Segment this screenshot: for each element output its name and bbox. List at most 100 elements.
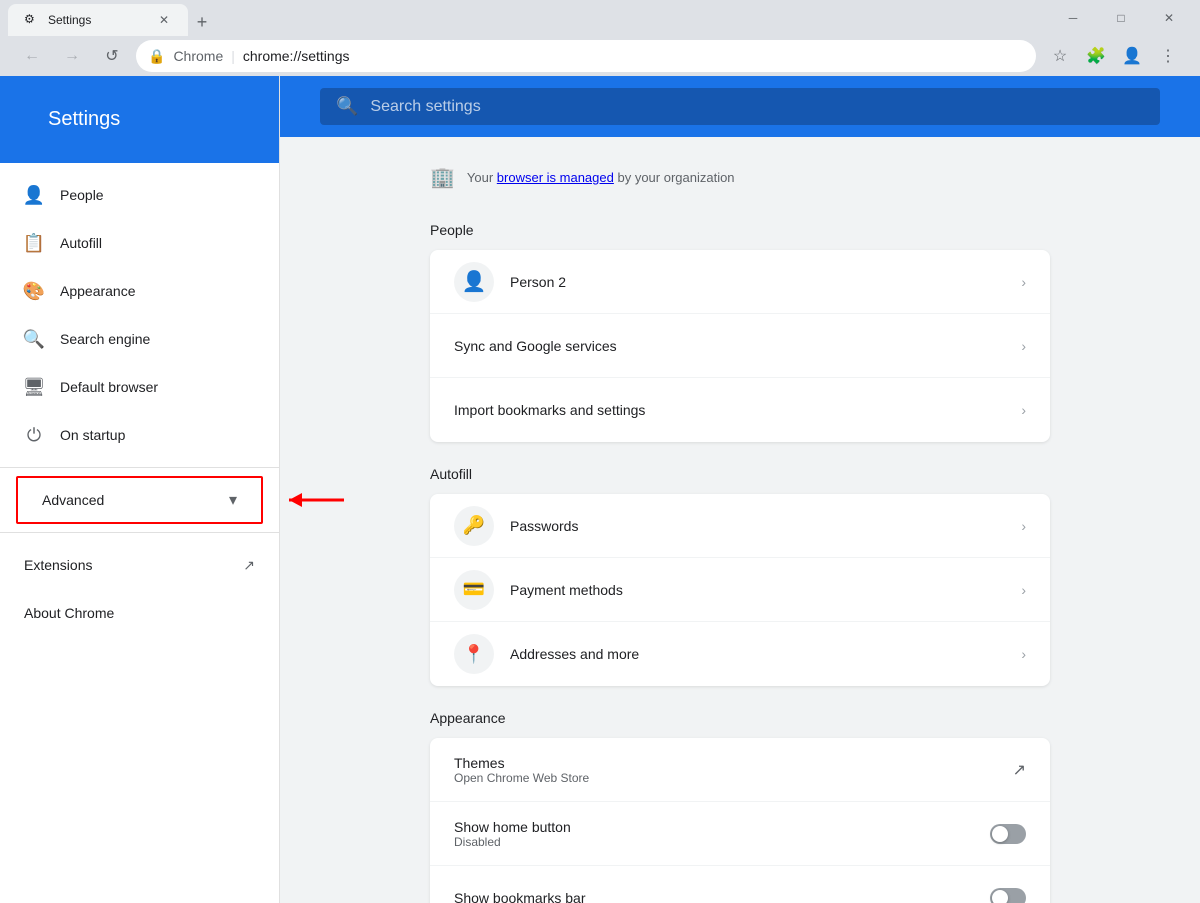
forward-button[interactable]: → bbox=[56, 40, 88, 72]
close-button[interactable]: ✕ bbox=[1146, 2, 1192, 34]
advanced-button[interactable]: Advanced ▾ bbox=[16, 476, 263, 524]
people-card: 👤 Person 2 › Sync and Google services › bbox=[430, 250, 1050, 442]
addresses-row-chevron: › bbox=[1021, 646, 1026, 662]
bookmarks-bar-label: Show bookmarks bar bbox=[454, 890, 974, 903]
sidebar-item-extensions[interactable]: Extensions ↗ bbox=[0, 541, 279, 589]
url-domain: Chrome bbox=[173, 48, 223, 64]
payment-icon-container: 💳 bbox=[454, 570, 494, 610]
extensions-button[interactable]: 🧩 bbox=[1080, 40, 1112, 72]
sidebar-item-label: On startup bbox=[60, 427, 255, 443]
address-bar: ← → ↺ 🔒 Chrome | chrome://settings ☆ 🧩 👤… bbox=[0, 36, 1200, 76]
red-arrow-indicator bbox=[284, 485, 354, 515]
home-button-toggle[interactable] bbox=[990, 824, 1026, 844]
home-button-row[interactable]: Show home button Disabled bbox=[430, 802, 1050, 866]
person-info: Person 2 bbox=[510, 274, 1005, 290]
addresses-text: Addresses and more bbox=[510, 646, 1005, 662]
active-tab[interactable]: ⚙ Settings ✕ bbox=[8, 4, 188, 36]
sidebar-item-people[interactable]: 👤 People bbox=[0, 171, 279, 219]
about-chrome-label: About Chrome bbox=[24, 605, 114, 621]
reload-button[interactable]: ↺ bbox=[96, 40, 128, 72]
sidebar-item-about-chrome[interactable]: About Chrome bbox=[0, 589, 279, 637]
sidebar-item-autofill[interactable]: 📋 Autofill bbox=[0, 219, 279, 267]
window-controls: ─ □ ✕ bbox=[1050, 2, 1192, 34]
sidebar-item-label: Default browser bbox=[60, 379, 255, 395]
sync-row-chevron: › bbox=[1021, 338, 1026, 354]
settings-container: Settings 👤 People 📋 Autofill 🎨 Appearanc… bbox=[0, 76, 1200, 903]
addresses-row[interactable]: 📍 Addresses and more › bbox=[430, 622, 1050, 686]
advanced-section: Advanced ▾ bbox=[0, 476, 279, 524]
url-bar[interactable]: 🔒 Chrome | chrome://settings bbox=[136, 40, 1036, 72]
managed-text: Your browser is managed by your organiza… bbox=[467, 170, 735, 185]
sidebar-item-appearance[interactable]: 🎨 Appearance bbox=[0, 267, 279, 315]
extensions-label: Extensions bbox=[24, 557, 235, 573]
lock-icon: 🔒 bbox=[148, 48, 165, 65]
bookmarks-bar-row[interactable]: Show bookmarks bar bbox=[430, 866, 1050, 903]
advanced-chevron-icon: ▾ bbox=[229, 490, 237, 510]
themes-text: Themes Open Chrome Web Store bbox=[454, 755, 997, 785]
addresses-label: Addresses and more bbox=[510, 646, 1005, 662]
sidebar-item-label: People bbox=[60, 187, 255, 203]
nav-divider-2 bbox=[0, 532, 279, 533]
person-avatar: 👤 bbox=[454, 262, 494, 302]
sidebar-item-label: Search engine bbox=[60, 331, 255, 347]
passwords-icon-container: 🔑 bbox=[454, 506, 494, 546]
sidebar-item-search-engine[interactable]: 🔍 Search engine bbox=[0, 315, 279, 363]
import-row[interactable]: Import bookmarks and settings › bbox=[430, 378, 1050, 442]
search-icon: 🔍 bbox=[336, 96, 358, 117]
minimize-button[interactable]: ─ bbox=[1050, 2, 1096, 34]
settings-header: Settings bbox=[0, 76, 279, 163]
sidebar-item-on-startup[interactable]: ⏻ On startup bbox=[0, 411, 279, 459]
import-label: Import bookmarks and settings bbox=[454, 402, 1005, 418]
title-bar: ⚙ Settings ✕ + ─ □ ✕ bbox=[0, 0, 1200, 36]
autofill-section-title: Autofill bbox=[430, 466, 1050, 482]
tab-close-button[interactable]: ✕ bbox=[156, 12, 172, 28]
sync-row[interactable]: Sync and Google services › bbox=[430, 314, 1050, 378]
import-row-chevron: › bbox=[1021, 402, 1026, 418]
payment-row[interactable]: 💳 Payment methods › bbox=[430, 558, 1050, 622]
bookmark-button[interactable]: ☆ bbox=[1044, 40, 1076, 72]
url-separator: | bbox=[231, 48, 235, 64]
people-icon: 👤 bbox=[24, 185, 44, 205]
person-row[interactable]: 👤 Person 2 › bbox=[430, 250, 1050, 314]
search-input-wrapper[interactable]: 🔍 bbox=[320, 88, 1160, 125]
tab-title: Settings bbox=[48, 13, 148, 27]
appearance-icon: 🎨 bbox=[24, 281, 44, 301]
bookmarks-bar-text: Show bookmarks bar bbox=[454, 890, 974, 903]
credit-card-icon: 💳 bbox=[462, 579, 486, 600]
new-tab-button[interactable]: + bbox=[188, 8, 216, 36]
addresses-icon-container: 📍 bbox=[454, 634, 494, 674]
url-path: chrome://settings bbox=[243, 48, 1024, 64]
themes-external-link-icon[interactable]: ↗ bbox=[1013, 760, 1026, 780]
themes-sub: Open Chrome Web Store bbox=[454, 771, 997, 785]
managed-link[interactable]: browser is managed bbox=[497, 170, 614, 185]
key-icon: 🔑 bbox=[462, 515, 486, 536]
content-inner: 🏢 Your browser is managed by your organi… bbox=[390, 137, 1090, 903]
menu-button[interactable]: ⋮ bbox=[1152, 40, 1184, 72]
profile-button[interactable]: 👤 bbox=[1116, 40, 1148, 72]
settings-title: Settings bbox=[24, 92, 255, 147]
passwords-row[interactable]: 🔑 Passwords › bbox=[430, 494, 1050, 558]
search-input[interactable] bbox=[370, 98, 1144, 116]
sync-text: Sync and Google services bbox=[454, 338, 1005, 354]
sidebar-nav: 👤 People 📋 Autofill 🎨 Appearance 🔍 Searc… bbox=[0, 163, 279, 903]
person-name: Person 2 bbox=[510, 274, 1005, 290]
sidebar-item-default-browser[interactable]: 🖥 Default browser bbox=[0, 363, 279, 411]
home-button-text: Show home button Disabled bbox=[454, 819, 974, 849]
autofill-icon: 📋 bbox=[24, 233, 44, 253]
home-button-label: Show home button bbox=[454, 819, 974, 835]
search-engine-icon: 🔍 bbox=[24, 329, 44, 349]
maximize-button[interactable]: □ bbox=[1098, 2, 1144, 34]
sidebar: Settings 👤 People 📋 Autofill 🎨 Appearanc… bbox=[0, 76, 280, 903]
back-button[interactable]: ← bbox=[16, 40, 48, 72]
main-content: 🔍 🏢 Your browser is managed by your orga… bbox=[280, 76, 1200, 903]
appearance-card: Themes Open Chrome Web Store ↗ Show home… bbox=[430, 738, 1050, 903]
default-browser-icon: 🖥 bbox=[24, 377, 44, 397]
nav-divider bbox=[0, 467, 279, 468]
payment-row-chevron: › bbox=[1021, 582, 1026, 598]
bookmarks-bar-toggle[interactable] bbox=[990, 888, 1026, 903]
toggle-knob-2 bbox=[992, 890, 1008, 903]
location-icon: 📍 bbox=[462, 644, 486, 665]
themes-row[interactable]: Themes Open Chrome Web Store ↗ bbox=[430, 738, 1050, 802]
tab-favicon: ⚙ bbox=[24, 12, 40, 28]
passwords-row-chevron: › bbox=[1021, 518, 1026, 534]
